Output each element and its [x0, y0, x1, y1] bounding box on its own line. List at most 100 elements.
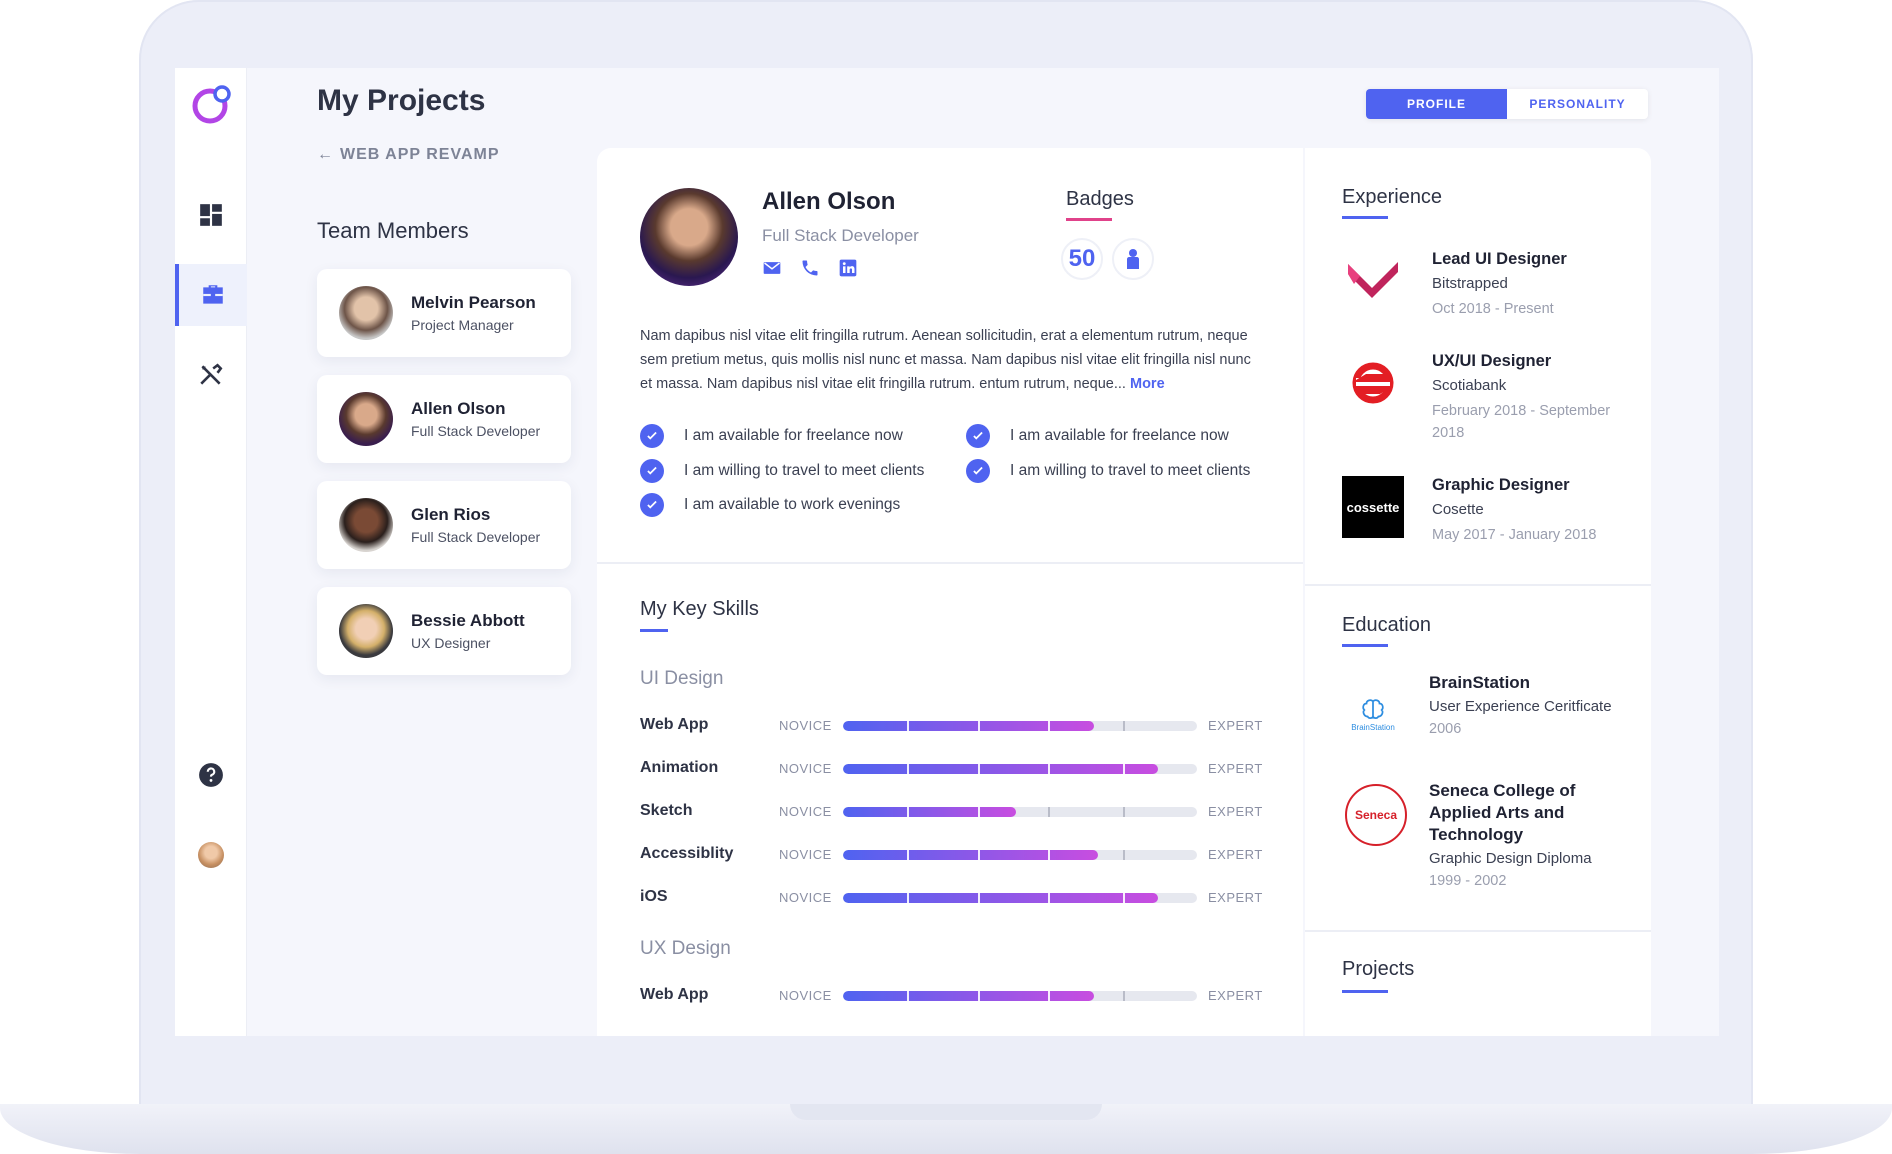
skill-name: Accessiblity — [640, 845, 734, 862]
nav-help[interactable] — [175, 744, 247, 806]
nav-dashboard[interactable] — [175, 184, 247, 246]
brainstation-logo: BrainStation — [1342, 683, 1404, 745]
experience-dates: Oct 2018 - Present — [1432, 301, 1554, 317]
skill-bar-tick — [977, 893, 980, 903]
skill-bar-tick — [906, 991, 909, 1001]
experience-item: UX/UI Designer Scotiabank February 2018 … — [1432, 352, 1632, 444]
profile-name: Allen Olson — [762, 188, 896, 215]
brain-icon — [1362, 698, 1384, 719]
section-divider — [1305, 930, 1651, 932]
profile-bio: Nam dapibus nisl vitae elit fringilla ru… — [640, 324, 1260, 396]
skill-bar-tick — [906, 850, 909, 860]
arrow-left-icon: ← — [317, 146, 334, 163]
member-role: UX Designer — [411, 635, 491, 651]
bitstrapped-logo-icon — [1348, 262, 1398, 298]
skill-bar-tick — [906, 893, 909, 903]
skill-name: Animation — [640, 759, 719, 776]
education-item: BrainStation User Experience Ceritficate… — [1429, 672, 1612, 737]
skill-group-title: UI Design — [640, 668, 724, 689]
profile-card: Allen Olson Full Stack Developer Badges … — [597, 148, 1303, 1036]
skill-bar-tick — [1122, 721, 1125, 731]
skill-name: Sketch — [640, 802, 693, 819]
skill-name: iOS — [640, 888, 668, 905]
badge-person[interactable] — [1112, 238, 1154, 280]
novice-label: NOVICE — [779, 761, 832, 776]
skill-bar-tick — [977, 991, 980, 1001]
skills-title: My Key Skills — [640, 598, 759, 620]
experience-title-text: Graphic Designer — [1432, 476, 1570, 494]
skill-bar-tick — [1048, 991, 1051, 1001]
email-icon[interactable] — [762, 258, 782, 278]
skill-bar-tick — [1048, 850, 1051, 860]
app-logo-icon[interactable] — [192, 84, 232, 124]
projects-title: Projects — [1342, 958, 1415, 980]
briefcase-icon — [203, 285, 223, 304]
linkedin-icon[interactable] — [838, 258, 858, 278]
team-member-card[interactable]: Glen Rios Full Stack Developer — [317, 481, 571, 569]
phone-icon[interactable] — [800, 258, 820, 278]
avatar — [339, 286, 393, 340]
tools-icon — [200, 363, 223, 385]
profile-role: Full Stack Developer — [762, 226, 919, 245]
nav-user-avatar[interactable] — [175, 824, 247, 886]
skill-bar — [843, 991, 1197, 1001]
side-details: Experience Lead UI Designer Bitstrapped … — [1305, 148, 1651, 1036]
member-name: Bessie Abbott — [411, 611, 525, 630]
member-name: Allen Olson — [411, 399, 506, 418]
skill-bar-tick — [977, 764, 980, 774]
back-link[interactable]: ← WEB APP REVAMP — [317, 146, 500, 164]
section-divider — [1305, 584, 1651, 586]
experience-title-text: UX/UI Designer — [1432, 352, 1552, 370]
nav-tools[interactable] — [175, 344, 247, 406]
expert-label: EXPERT — [1208, 761, 1263, 776]
member-role: Full Stack Developer — [411, 423, 541, 439]
team-member-card[interactable]: Melvin Pearson Project Manager — [317, 269, 571, 357]
skill-bar-tick — [1048, 721, 1051, 731]
sidebar — [175, 68, 247, 1036]
badge-count[interactable]: 50 — [1061, 238, 1103, 280]
expert-label: EXPERT — [1208, 890, 1263, 905]
brainstation-logo-text: BrainStation — [1351, 722, 1395, 732]
team-members-title: Team Members — [317, 218, 469, 243]
scotiabank-logo-icon — [1352, 362, 1394, 404]
availability-label: I am available to work evenings — [684, 496, 901, 513]
app-screen: My Projects ← WEB APP REVAMP PROFILE PER… — [175, 68, 1719, 1036]
team-member-card[interactable]: Bessie Abbott UX Designer — [317, 587, 571, 675]
novice-label: NOVICE — [779, 890, 832, 905]
expert-label: EXPERT — [1208, 988, 1263, 1003]
skill-bar-tick — [1122, 850, 1125, 860]
skill-bar-fill — [843, 893, 1159, 903]
availability-label: I am available for freelance now — [1010, 427, 1229, 444]
skill-row: Web App NOVICE EXPERT — [640, 986, 1263, 1006]
skill-name: Web App — [640, 986, 709, 1003]
skill-bar-tick — [906, 721, 909, 731]
skill-bar-fill — [843, 764, 1159, 774]
experience-title-text: Lead UI Designer — [1432, 250, 1567, 268]
profile-photo — [640, 188, 738, 286]
education-detail: Graphic Design Diploma — [1429, 850, 1592, 867]
experience-dates: February 2018 - September 2018 — [1432, 403, 1611, 441]
tab-personality[interactable]: PERSONALITY — [1507, 89, 1648, 119]
education-underline — [1342, 644, 1388, 647]
skill-bar-fill — [843, 991, 1095, 1001]
experience-item: Graphic Designer Cosette May 2017 - Janu… — [1432, 476, 1596, 546]
page-title: My Projects — [317, 84, 486, 117]
skill-bar — [843, 807, 1197, 817]
novice-label: NOVICE — [779, 847, 832, 862]
skill-bar-tick — [1122, 764, 1125, 774]
badges-title: Badges — [1066, 188, 1134, 210]
team-member-card[interactable]: Allen Olson Full Stack Developer — [317, 375, 571, 463]
seneca-logo: Seneca — [1345, 784, 1407, 846]
checkmark-icon — [966, 424, 990, 448]
education-school: Seneca College of Applied Arts and Techn… — [1429, 781, 1576, 844]
education-item: Seneca College of Applied Arts and Techn… — [1429, 780, 1629, 889]
dashboard-icon — [200, 204, 222, 226]
skill-bar-fill — [843, 850, 1098, 860]
nav-projects[interactable] — [175, 264, 247, 326]
tab-profile[interactable]: PROFILE — [1366, 89, 1507, 119]
projects-underline — [1342, 990, 1388, 993]
more-link[interactable]: More — [1130, 376, 1165, 392]
skill-row: Accessiblity NOVICE EXPERT — [640, 845, 1262, 865]
availability-label: I am willing to travel to meet clients — [684, 462, 925, 479]
skill-bar-tick — [1048, 764, 1051, 774]
